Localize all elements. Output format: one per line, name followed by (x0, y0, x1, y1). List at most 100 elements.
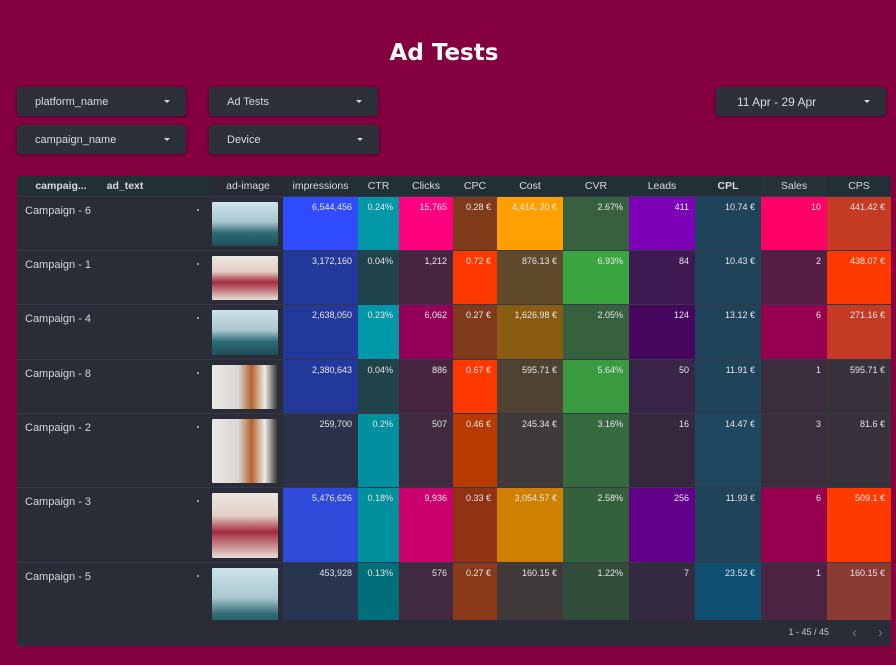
date-range-label: 11 Apr - 29 Apr (737, 94, 817, 109)
header-leads[interactable]: Leads (629, 176, 695, 196)
ad-image-thumbnail (212, 493, 278, 558)
sales-cell: 1 (761, 360, 827, 414)
chevron-down-icon (164, 100, 170, 103)
cpl-cell: 14.47 € (695, 414, 761, 488)
campaign-name-cell: Campaign - 4 (25, 313, 92, 325)
table-row[interactable]: Campaign - 2 259,700 0.2% 507 0.46 €245.34 €… (17, 413, 891, 488)
cpc-cell: 0.67 € (453, 360, 497, 414)
header-clicks[interactable]: Clicks (399, 176, 453, 196)
cps-cell: 441.42 € (827, 197, 891, 251)
header-cpc[interactable]: CPC (453, 176, 497, 196)
cvr-cell: 2.58% (563, 488, 629, 563)
sales-cell: 6 (761, 488, 827, 563)
table-row[interactable]: Campaign - 3 5,476,626 0.18% 9,936 0.33 €3,0… (17, 487, 891, 563)
cps-cell: 509.1 € (827, 488, 891, 563)
chevron-down-icon (864, 100, 870, 103)
cpc-cell: 0.28 € (453, 197, 497, 251)
sales-cell: 3 (761, 414, 827, 488)
cvr-cell: 2.05% (563, 305, 629, 360)
chevron-down-icon (357, 138, 363, 141)
sales-cell: 6 (761, 305, 827, 360)
ad-text-cell (197, 575, 199, 577)
ad-tests-table: campaig... ad_text ad-image impressions … (17, 176, 891, 646)
leads-cell: 256 (629, 488, 695, 563)
cps-cell: 271.16 € (827, 305, 891, 360)
impressions-cell: 2,380,643 (283, 360, 358, 414)
impressions-cell: 3,172,160 (283, 251, 358, 305)
page-title: Ad Tests (389, 40, 499, 66)
impressions-cell: 259,700 (283, 414, 358, 488)
clicks-cell: 1,212 (399, 251, 453, 305)
chevron-down-icon (356, 100, 362, 103)
ad-image-thumbnail (212, 419, 278, 483)
ad-text-cell (197, 372, 199, 374)
table-row[interactable]: Campaign - 6 6,544,456 0.24% 15,765 0.28 €4,… (17, 196, 891, 251)
ad-tests-dropdown[interactable]: Ad Tests (209, 87, 378, 116)
pagination-range: 1 - 45 / 45 (788, 627, 829, 637)
table-footer: 1 - 45 / 45 ‹ › (17, 620, 891, 646)
ad-text-cell (197, 209, 199, 211)
cost-cell: 4,414, 20 € (497, 197, 563, 251)
table-header: campaig... ad_text ad-image impressions … (17, 176, 891, 196)
ctr-cell: 0.23% (358, 305, 399, 360)
leads-cell: 84 (629, 251, 695, 305)
device-label: Device (227, 133, 261, 146)
clicks-cell: 9,936 (399, 488, 453, 563)
campaign-name-cell: Campaign - 1 (25, 259, 92, 271)
cpl-cell: 10.43 € (695, 251, 761, 305)
platform-name-dropdown[interactable]: platform_name (17, 87, 186, 116)
table-row[interactable]: Campaign - 4 2,638,050 0.23% 6,062 0.27 €1,6… (17, 304, 891, 360)
header-cps[interactable]: CPS (827, 176, 891, 196)
header-ad-image[interactable]: ad-image (212, 176, 284, 196)
cps-cell: 595.71 € (827, 360, 891, 414)
device-dropdown[interactable]: Device (209, 125, 379, 154)
header-impressions[interactable]: impressions (283, 176, 358, 196)
campaign-name-cell: Campaign - 6 (25, 205, 92, 217)
header-ad-text[interactable]: ad_text (97, 176, 153, 196)
campaign-name-cell: Campaign - 8 (25, 368, 92, 380)
header-cpl[interactable]: CPL (695, 176, 761, 196)
ctr-cell: 0.2% (358, 414, 399, 488)
campaign-name-dropdown[interactable]: campaign_name (17, 125, 186, 154)
header-campaign[interactable]: campaig... (31, 176, 91, 196)
cvr-cell: 2.67% (563, 197, 629, 251)
clicks-cell: 886 (399, 360, 453, 414)
ad-text-cell (197, 426, 199, 428)
chevron-down-icon (164, 138, 170, 141)
cps-cell: 438.07 € (827, 251, 891, 305)
cpc-cell: 0.27 € (453, 305, 497, 360)
cost-cell: 245.34 € (497, 414, 563, 488)
ctr-cell: 0.04% (358, 360, 399, 414)
cpc-cell: 0.72 € (453, 251, 497, 305)
cvr-cell: 3.16% (563, 414, 629, 488)
cpl-cell: 13.12 € (695, 305, 761, 360)
impressions-cell: 5,476,626 (283, 488, 358, 563)
cost-cell: 1,626.98 € (497, 305, 563, 360)
date-range-picker[interactable]: 11 Apr - 29 Apr (716, 87, 886, 116)
next-page-button[interactable]: › (878, 624, 883, 641)
cvr-cell: 6.93% (563, 251, 629, 305)
ad-tests-label: Ad Tests (227, 95, 269, 108)
clicks-cell: 15,765 (399, 197, 453, 251)
ad-image-thumbnail (212, 256, 278, 300)
table-row[interactable]: Campaign - 8 2,380,643 0.04% 886 0.67 € 595.7… (17, 359, 891, 414)
previous-page-button[interactable]: ‹ (852, 624, 857, 641)
header-cvr[interactable]: CVR (563, 176, 629, 196)
campaign-name-cell: Campaign - 5 (25, 571, 92, 583)
table-row[interactable]: Campaign - 1 3,172,160 0.04% 1,212 0.72 €876… (17, 250, 891, 305)
leads-cell: 411 (629, 197, 695, 251)
cost-cell: 876.13 € (497, 251, 563, 305)
header-ctr[interactable]: CTR (358, 176, 399, 196)
sales-cell: 2 (761, 251, 827, 305)
campaign-name-cell: Campaign - 2 (25, 422, 92, 434)
cvr-cell: 5.64% (563, 360, 629, 414)
impressions-cell: 2,638,050 (283, 305, 358, 360)
platform-name-label: platform_name (35, 95, 109, 108)
header-cost[interactable]: Cost (497, 176, 563, 196)
ad-text-cell (197, 317, 199, 319)
header-sales[interactable]: Sales (761, 176, 827, 196)
campaign-name-cell: Campaign - 3 (25, 496, 92, 508)
ad-image-thumbnail (212, 365, 278, 409)
cpc-cell: 0.33 € (453, 488, 497, 563)
cpl-cell: 11.93 € (695, 488, 761, 563)
